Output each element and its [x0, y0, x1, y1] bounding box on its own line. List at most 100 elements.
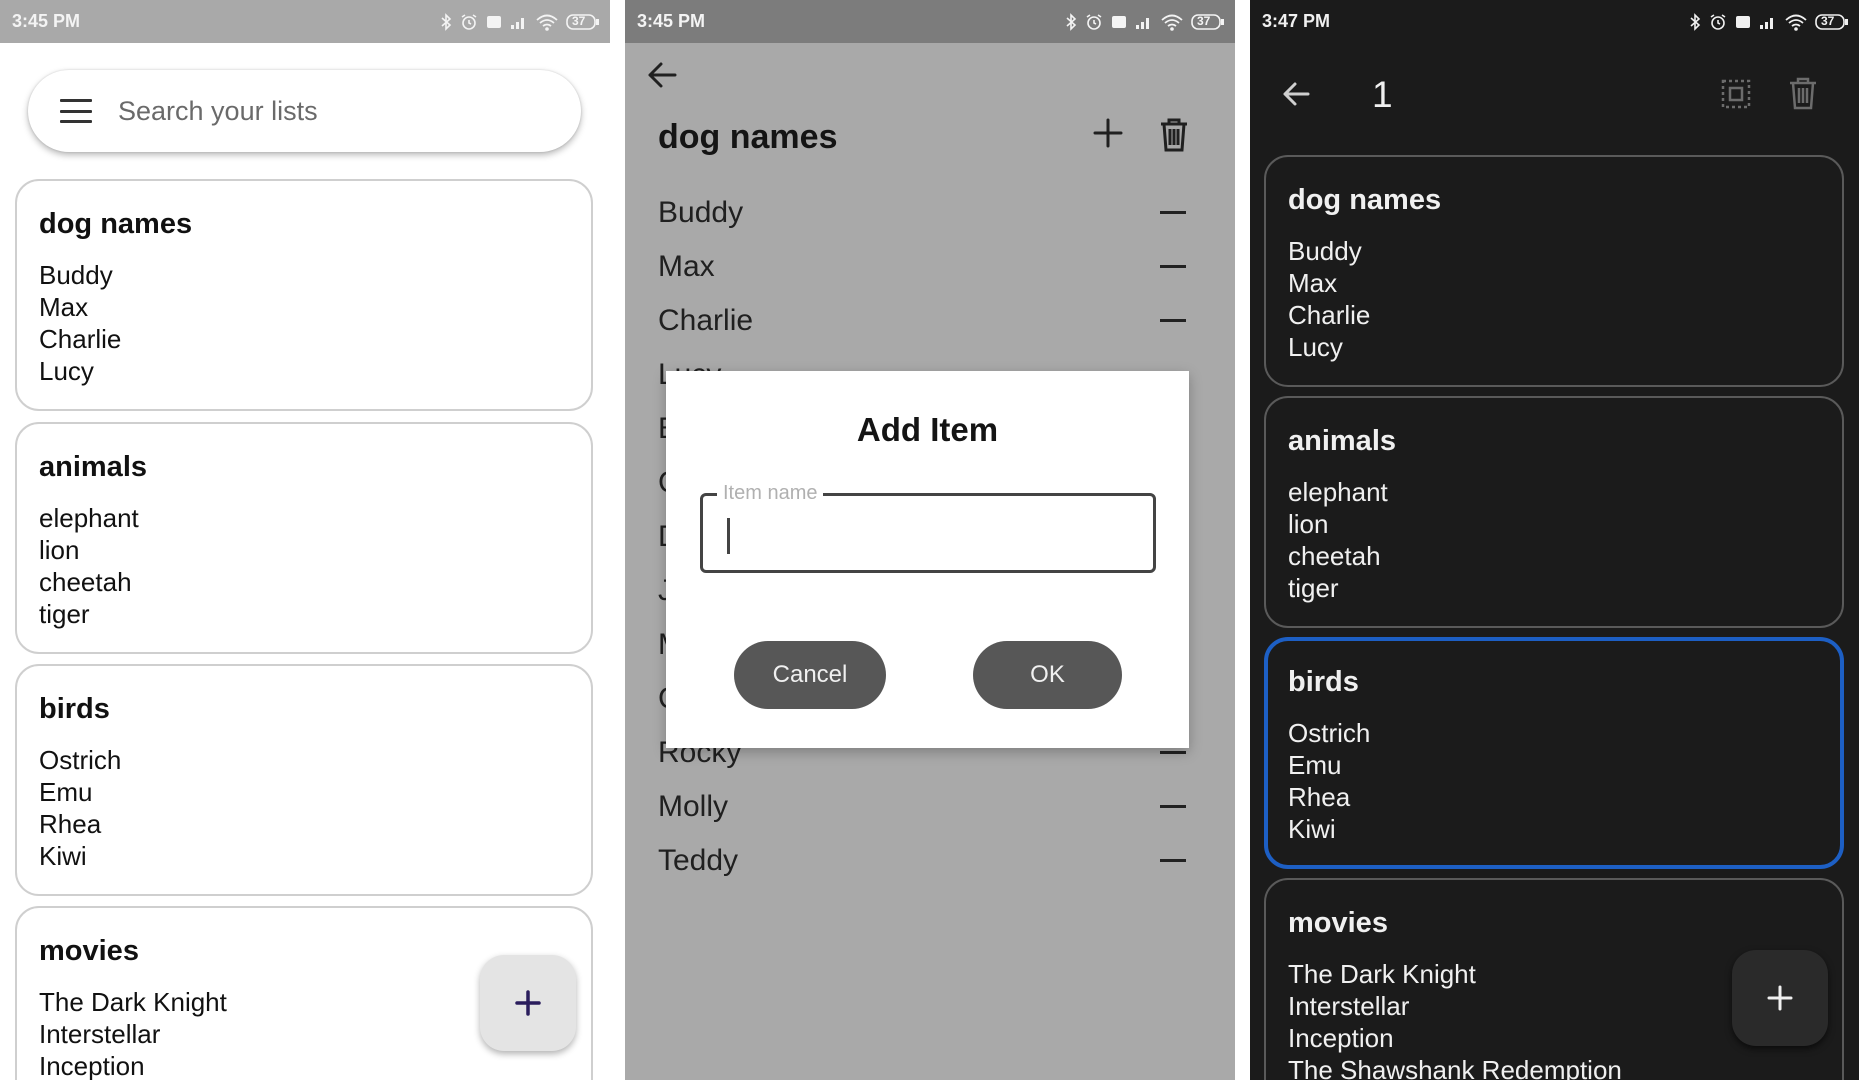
- battery-level: 37: [1821, 13, 1835, 28]
- list-item: The Dark Knight: [39, 987, 227, 1017]
- list-card-birds-selected[interactable]: birds Ostrich Emu Rhea Kiwi: [1264, 637, 1844, 869]
- remove-item-button[interactable]: [1160, 859, 1186, 862]
- list-item: Inception: [1288, 1023, 1394, 1053]
- remove-item-button[interactable]: [1160, 805, 1186, 808]
- list-title: animals: [39, 451, 147, 483]
- list-item: lion: [39, 535, 80, 565]
- alarm-icon: [461, 13, 477, 30]
- cancel-button[interactable]: Cancel: [734, 641, 886, 709]
- list-title: animals: [1288, 425, 1396, 457]
- status-bar: 3:45 PM 37: [0, 0, 610, 43]
- list-detail-screen: 3:45 PM 37 dog names Buddy Max Charlie L…: [625, 0, 1235, 1080]
- plus-icon: [515, 990, 541, 1016]
- list-item: Ostrich: [39, 745, 122, 775]
- status-bar: 3:47 PM 37: [1250, 0, 1859, 43]
- list-item: tiger: [39, 599, 90, 629]
- wifi-icon: [536, 14, 558, 31]
- list-item: Buddy: [39, 260, 113, 290]
- list-item: Charlie: [39, 324, 122, 354]
- list-card-animals[interactable]: animals elephant lion cheetah tiger: [15, 422, 593, 654]
- home-screen: 3:45 PM 37 Search your lists dog names B…: [0, 0, 610, 1080]
- list-item: Max: [658, 250, 715, 283]
- battery-icon: 37: [1815, 13, 1848, 31]
- field-label: Item name: [717, 482, 824, 505]
- list-item: Inception: [39, 1051, 145, 1080]
- wifi-icon: [1161, 14, 1183, 31]
- alarm-icon: [1086, 13, 1102, 30]
- list-title: dog names: [658, 118, 838, 156]
- delete-icon[interactable]: [1788, 77, 1818, 111]
- add-list-button[interactable]: [1732, 950, 1828, 1046]
- list-item: Teddy: [658, 844, 739, 877]
- select-all-icon[interactable]: [1720, 78, 1752, 110]
- list-card-dog-names[interactable]: dog names Buddy Max Charlie Lucy: [15, 179, 593, 411]
- status-time: 3:47 PM: [1262, 11, 1331, 31]
- back-arrow-icon[interactable]: [1280, 78, 1312, 110]
- status-bar: 3:45 PM 37: [625, 0, 1235, 43]
- battery-icon: 37: [1191, 13, 1224, 31]
- list-card-dog-names[interactable]: dog names Buddy Max Charlie Lucy: [1264, 155, 1844, 387]
- battery-icon: 37: [566, 13, 599, 31]
- list-item: Max: [1288, 268, 1338, 298]
- add-item-dialog: Add Item Item name Cancel OK: [666, 371, 1189, 748]
- list-item: tiger: [1288, 573, 1339, 603]
- bluetooth-icon: [441, 12, 452, 31]
- list-item: Charlie: [658, 304, 754, 337]
- list-item: The Shawshank Redemption: [1288, 1055, 1622, 1080]
- list-item: The Dark Knight: [1288, 959, 1476, 989]
- dialog-title: Add Item: [856, 411, 999, 448]
- list-card-animals[interactable]: animals elephant lion cheetah tiger: [1264, 396, 1844, 628]
- ok-button[interactable]: OK: [973, 641, 1122, 709]
- search-bar[interactable]: Search your lists: [28, 70, 581, 152]
- remove-item-button[interactable]: [1160, 319, 1186, 322]
- remove-item-button[interactable]: [1160, 211, 1186, 214]
- signal-icon: [511, 17, 524, 29]
- list-item: Emu: [1288, 750, 1342, 780]
- menu-icon[interactable]: [60, 99, 92, 123]
- wifi-icon: [1785, 14, 1807, 31]
- search-input[interactable]: Search your lists: [118, 96, 318, 127]
- remove-item-button[interactable]: [1160, 751, 1186, 754]
- volte-icon: [1736, 15, 1750, 28]
- list-item: Rhea: [39, 809, 102, 839]
- list-item: lion: [1288, 509, 1329, 539]
- add-list-button[interactable]: [480, 955, 576, 1051]
- volte-icon: [487, 15, 501, 28]
- status-time: 3:45 PM: [637, 11, 706, 31]
- battery-level: 37: [1197, 13, 1211, 28]
- list-item: Max: [39, 292, 89, 322]
- signal-icon: [1136, 17, 1149, 29]
- list-item: Interstellar: [1288, 991, 1410, 1021]
- volte-icon: [1112, 15, 1126, 28]
- selection-mode-screen: 3:47 PM 37 1 dog names Buddy Max Charlie…: [1250, 0, 1859, 1080]
- alarm-icon: [1710, 13, 1726, 30]
- list-item: elephant: [39, 503, 139, 533]
- bluetooth-icon: [1690, 12, 1701, 31]
- plus-icon: [1767, 985, 1793, 1011]
- remove-item-button[interactable]: [1160, 265, 1186, 268]
- list-item: Kiwi: [39, 841, 87, 871]
- text-cursor: [727, 518, 730, 554]
- list-title: dog names: [39, 208, 193, 240]
- list-title: birds: [1288, 666, 1359, 698]
- list-title: movies: [1288, 907, 1388, 939]
- list-item: Emu: [39, 777, 93, 807]
- list-item: cheetah: [39, 567, 132, 597]
- add-item-icon[interactable]: [1093, 118, 1123, 148]
- list-item: cheetah: [1288, 541, 1381, 571]
- list-item: Buddy: [1288, 236, 1362, 266]
- list-item: Charlie: [1288, 300, 1371, 330]
- item-name-field[interactable]: Item name: [700, 482, 1156, 573]
- list-card-birds[interactable]: birds Ostrich Emu Rhea Kiwi: [15, 664, 593, 896]
- list-title: dog names: [1288, 184, 1442, 216]
- list-item: Rhea: [1288, 782, 1351, 812]
- battery-level: 37: [572, 13, 586, 28]
- selected-count: 1: [1372, 74, 1393, 115]
- delete-list-icon[interactable]: [1158, 117, 1190, 153]
- list-item: elephant: [1288, 477, 1388, 507]
- back-arrow-icon[interactable]: [645, 58, 679, 92]
- list-item: Kiwi: [1288, 814, 1336, 844]
- signal-icon: [1760, 17, 1773, 29]
- status-time: 3:45 PM: [12, 11, 81, 31]
- list-item: Lucy: [1288, 332, 1343, 362]
